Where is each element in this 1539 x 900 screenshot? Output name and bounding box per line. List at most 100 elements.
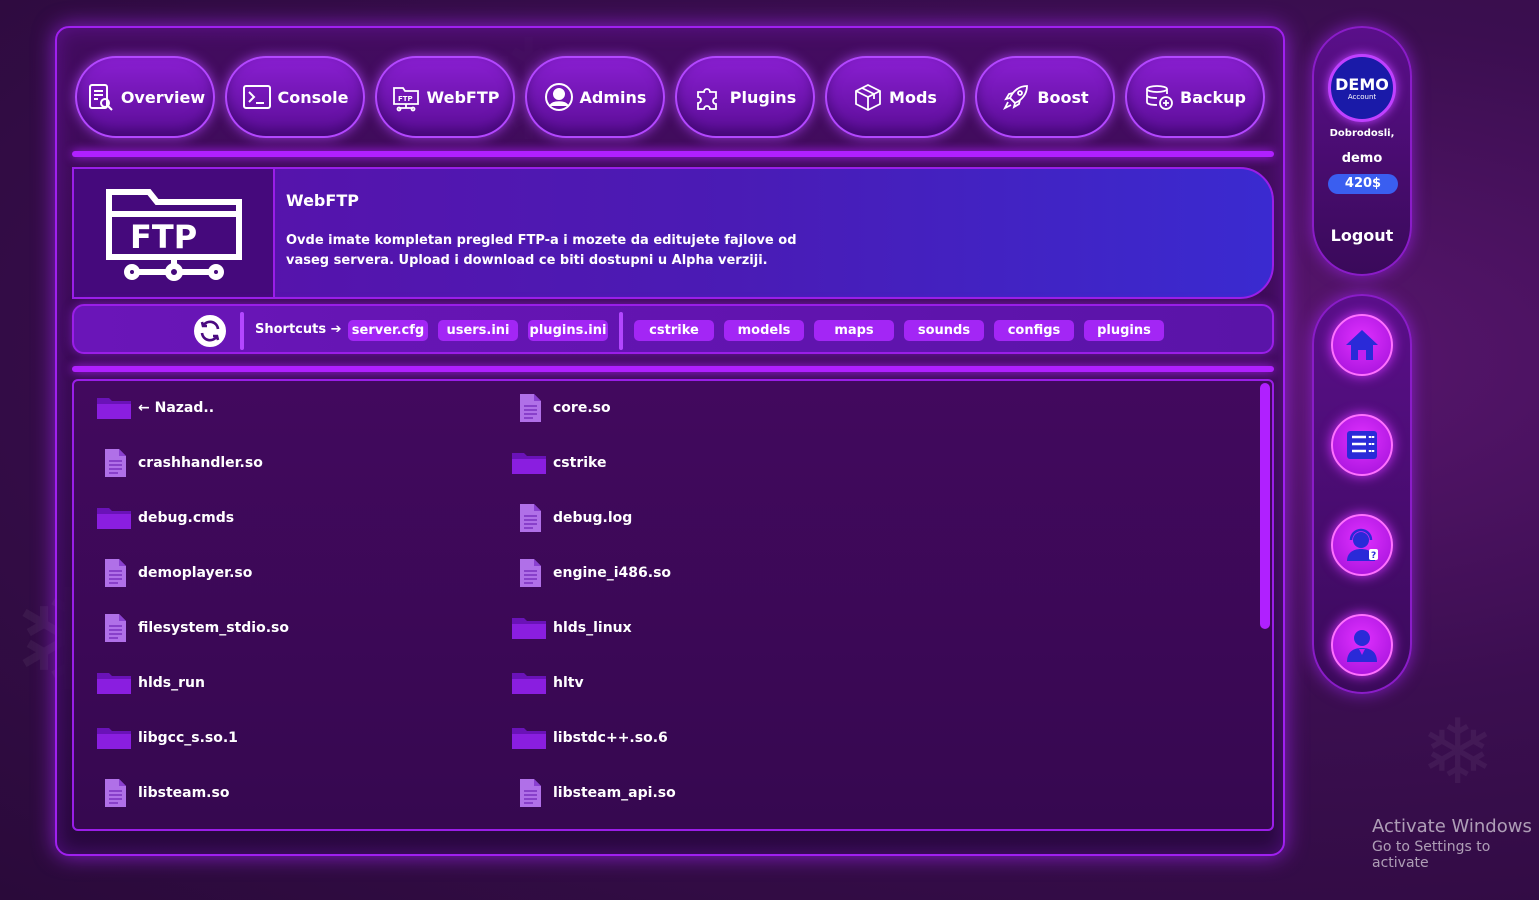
webftp-banner: FTP WebFTP Ovde imate kompletan pregled …: [72, 167, 1274, 299]
account-badge-subtitle: Account: [1347, 92, 1377, 101]
file-name: hlds_run: [138, 675, 205, 691]
nav-backup-button[interactable]: Backup: [1125, 56, 1265, 138]
folder-icon: [96, 393, 132, 423]
nav-webftp-button[interactable]: FTP WebFTP: [375, 56, 515, 138]
divider: [72, 151, 1274, 157]
shortcut-folder-chip[interactable]: maps: [814, 320, 894, 341]
support-button[interactable]: ?: [1331, 514, 1393, 576]
boost-icon: [1003, 85, 1029, 111]
folder-item[interactable]: libstdc++.so.6: [511, 723, 668, 753]
folder-icon: [511, 448, 547, 478]
ftp-icon: FTP: [392, 87, 419, 112]
refresh-icon: [200, 320, 220, 342]
snowflake-decoration: ❄: [1420, 700, 1496, 805]
shortcut-folder-chip[interactable]: configs: [994, 320, 1074, 341]
file-name: crashhandler.so: [138, 455, 263, 471]
quick-nav-panel: ?: [1312, 294, 1412, 694]
refresh-button[interactable]: [192, 313, 228, 349]
ftp-folder-icon: FTP: [74, 169, 275, 297]
admins-icon: [544, 83, 573, 111]
file-item[interactable]: demoplayer.so: [96, 558, 252, 588]
svg-text:?: ?: [1371, 551, 1376, 561]
shortcut-folder-chip[interactable]: sounds: [904, 320, 984, 341]
file-name: libstdc++.so.6: [553, 730, 668, 746]
account-badge-title: DEMO: [1335, 74, 1389, 94]
shortcut-folder-chip[interactable]: models: [724, 320, 804, 341]
file-item[interactable]: libsteam_api.so: [511, 778, 676, 808]
nav-overview-button[interactable]: Overview: [75, 56, 215, 138]
file-name: demoplayer.so: [138, 565, 253, 581]
svg-text:FTP: FTP: [130, 218, 197, 256]
file-item[interactable]: libsteam.so: [96, 778, 229, 808]
folder-item[interactable]: cstrike: [511, 448, 606, 478]
nav-admins-button[interactable]: Admins: [525, 56, 665, 138]
nav-label: WebFTP: [426, 87, 500, 107]
file-item[interactable]: crashhandler.so: [96, 448, 263, 478]
shortcuts-label: Shortcuts ➔: [255, 322, 342, 337]
shortcut-file-chip[interactable]: plugins.ini: [528, 320, 608, 341]
nav-label: Backup: [1180, 87, 1246, 107]
nav-label: Boost: [1037, 87, 1089, 107]
file-item[interactable]: engine_i486.so: [511, 558, 671, 588]
folder-icon: [96, 723, 132, 753]
folder-item[interactable]: hlds_run: [96, 668, 205, 698]
home-button[interactable]: [1331, 314, 1393, 376]
mods-icon: [855, 83, 881, 112]
file-item[interactable]: debug.log: [511, 503, 632, 533]
nav-label: Console: [277, 87, 349, 107]
shortcuts-bar: Shortcuts ➔ server.cfg users.ini plugins…: [72, 304, 1274, 354]
console-icon: [242, 85, 271, 109]
folder-item[interactable]: hlds_linux: [511, 613, 632, 643]
logout-button[interactable]: Logout: [1314, 226, 1410, 245]
folder-icon: [511, 668, 547, 698]
scrollbar[interactable]: [1260, 383, 1270, 629]
file-item[interactable]: filesystem_stdio.so: [96, 613, 289, 643]
profile-icon: [1347, 630, 1377, 662]
nav-plugins-button[interactable]: Plugins: [675, 56, 815, 138]
plugins-icon: [696, 88, 717, 110]
folder-item[interactable]: ← Nazad..: [96, 393, 214, 423]
file-item[interactable]: core.so: [511, 393, 611, 423]
watermark-subtitle: Go to Settings to activate: [1372, 839, 1491, 871]
nav-mods-button[interactable]: Mods: [825, 56, 965, 138]
home-icon: [1346, 330, 1378, 360]
svg-text:FTP: FTP: [398, 95, 413, 103]
nav-label: Overview: [120, 87, 206, 107]
file-name: hltv: [553, 675, 584, 691]
file-icon: [511, 393, 547, 423]
nav-label: Admins: [579, 87, 647, 107]
shortcut-file-chip[interactable]: users.ini: [438, 320, 518, 341]
server-list-button[interactable]: [1331, 414, 1393, 476]
file-name: libsteam_api.so: [553, 785, 676, 801]
file-icon: [96, 613, 132, 643]
file-name: engine_i486.so: [553, 565, 672, 581]
folder-item[interactable]: debug.cmds: [96, 503, 234, 533]
file-icon: [511, 503, 547, 533]
file-name: ← Nazad..: [138, 400, 215, 416]
separator: [240, 312, 244, 350]
shortcut-folder-chip[interactable]: plugins: [1084, 320, 1164, 341]
page-title: WebFTP: [286, 191, 359, 210]
file-icon: [511, 558, 547, 588]
file-icon: [96, 778, 132, 808]
page-description: Ovde imate kompletan pregled FTP-a i moz…: [286, 233, 797, 268]
file-icon: [511, 778, 547, 808]
divider: [72, 366, 1274, 372]
folder-icon: [511, 613, 547, 643]
balance-badge: 420$: [1328, 174, 1398, 194]
file-icon: [96, 448, 132, 478]
profile-button[interactable]: [1331, 614, 1393, 676]
shortcut-file-chip[interactable]: server.cfg: [348, 320, 428, 341]
shortcut-folder-chip[interactable]: cstrike: [634, 320, 714, 341]
folder-item[interactable]: libgcc_s.so.1: [96, 723, 238, 753]
file-name: debug.log: [553, 510, 633, 526]
nav-boost-button[interactable]: Boost: [975, 56, 1115, 138]
welcome-text: Dobrodosli,: [1329, 128, 1395, 139]
file-icon: [96, 558, 132, 588]
overview-icon: [88, 84, 113, 111]
folder-item[interactable]: hltv: [511, 668, 584, 698]
file-name: cstrike: [553, 455, 607, 471]
file-name: filesystem_stdio.so: [138, 620, 289, 636]
file-list: ← Nazad.. core.so crashhandler.so cstrike de…: [72, 379, 1274, 831]
nav-console-button[interactable]: Console: [225, 56, 365, 138]
